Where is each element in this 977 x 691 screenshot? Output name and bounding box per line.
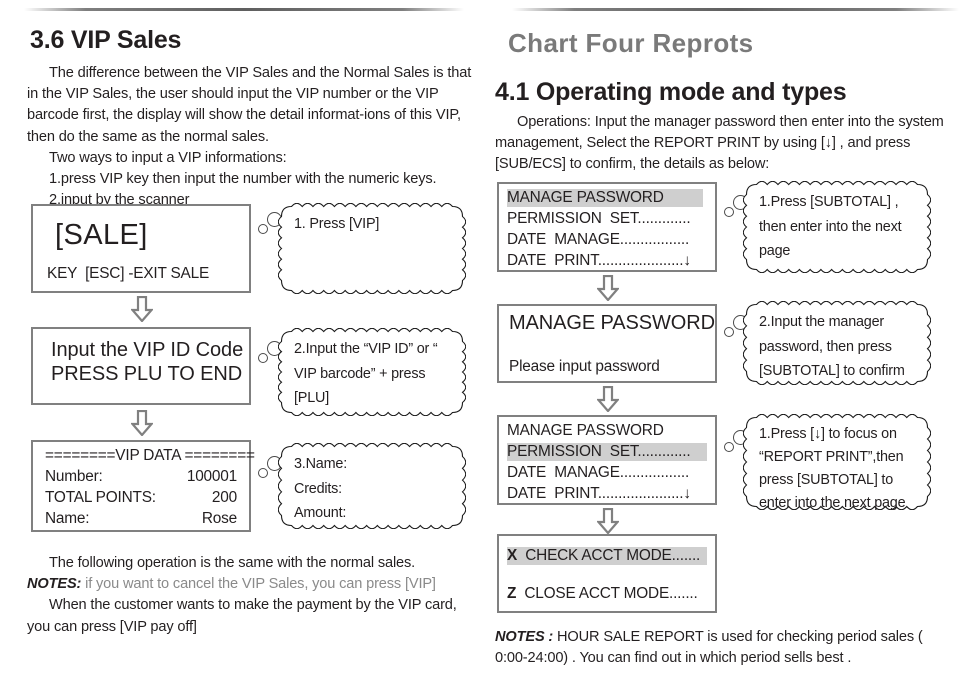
reports-footer-notes: NOTES : HOUR SALE REPORT is used for che…: [495, 627, 935, 669]
vip-data-number-value: 100001: [186, 468, 237, 485]
acct-mode-row-x[interactable]: X CHECK ACCT MODE.......: [507, 547, 707, 565]
flow-arrow-4: [597, 386, 619, 412]
callout-4: 1.Press [SUBTOTAL] , then enter into the…: [743, 181, 931, 273]
down-arrow-icon: [131, 410, 153, 436]
footer-notes-text: if you want to cancel the VIP Sales, you…: [81, 576, 436, 593]
connector-dot-small-3: [258, 468, 268, 478]
connector-dot-small-4: [724, 207, 734, 217]
vip-data-points-label: TOTAL POINTS:: [45, 489, 156, 506]
acct-mode-text-z: CLOSE ACCT MODE.......: [524, 585, 698, 602]
vip-data-points-value: 200: [211, 489, 237, 506]
menu-screen-1: MANAGE PASSWORD PERMISSION SET..........…: [497, 182, 717, 272]
down-arrow-icon: [597, 508, 619, 534]
menu-screen-1-row-0[interactable]: MANAGE PASSWORD: [507, 189, 703, 207]
page-title-operating-mode: 4.1 Operating mode and types: [495, 78, 847, 106]
input-vip-screen-line-1: Input the VIP ID Code: [51, 339, 244, 361]
operating-mode-intro: Operations: Input the manager password t…: [495, 114, 944, 173]
connector-dot-small-6: [724, 442, 734, 452]
acct-mode-text-x: CHECK ACCT MODE.......: [525, 547, 701, 564]
callout-4-text: 1.Press [SUBTOTAL] , then enter into the…: [759, 194, 902, 259]
callout-6: 1.Press [↓] to focus on “REPORT PRINT”,t…: [743, 414, 931, 511]
menu-screen-1-row-1[interactable]: PERMISSION SET.............: [507, 210, 691, 228]
reports-footer-paragraph: NOTES : HOUR SALE REPORT is used for che…: [495, 627, 935, 669]
left-column: 3.6 VIP Sales The difference between the…: [0, 0, 490, 691]
menu-screen-2-row-3[interactable]: DATE PRINT.....................↓: [507, 485, 691, 503]
vip-sales-footer: The following operation is the same with…: [27, 553, 477, 638]
sale-screen-line-2: KEY [ESC] -EXIT SALE: [47, 265, 210, 282]
menu-screen-1-row-2[interactable]: DATE MANAGE.................: [507, 231, 689, 249]
document-page: 3.6 VIP Sales The difference between the…: [0, 0, 977, 691]
manage-password-prompt: Please input password: [509, 358, 660, 375]
menu-screen-2-row-1[interactable]: PERMISSION SET.............: [507, 443, 707, 461]
acct-mode-screen: X CHECK ACCT MODE....... Z CLOSE ACCT MO…: [497, 534, 717, 613]
footer-notes-line: NOTES: if you want to cancel the VIP Sal…: [27, 574, 477, 595]
vip-data-number-label: Number:: [45, 468, 103, 485]
menu-screen-2-row-2[interactable]: DATE MANAGE.................: [507, 464, 689, 482]
down-arrow-icon: [131, 296, 153, 322]
intro-paragraph-2: Two ways to input a VIP informations:: [49, 149, 287, 166]
reports-notes-lead: NOTES :: [495, 629, 554, 645]
vip-data-header: ========VIP DATA ========: [45, 447, 255, 464]
page-title-vip-sales: 3.6 VIP Sales: [30, 26, 182, 54]
intro-paragraph-1: The difference between the VIP Sales and…: [27, 65, 472, 145]
top-rule-right: [512, 8, 959, 11]
right-column: Chart Four Reprots 4.1 Operating mode an…: [490, 0, 977, 691]
callout-6-text: 1.Press [↓] to focus on “REPORT PRINT”,t…: [759, 426, 906, 511]
manage-password-screen: MANAGE PASSWORD Please input password: [497, 304, 717, 383]
flow-arrow-3: [597, 275, 619, 301]
callout-2-text: 2.Input the “VIP ID” or “ VIP barcode” +…: [294, 341, 438, 406]
acct-mode-row-z[interactable]: Z CLOSE ACCT MODE.......: [507, 585, 698, 603]
acct-mode-key-x: X: [507, 547, 518, 564]
callout-2: 2.Input the “VIP ID” or “ VIP barcode” +…: [278, 328, 466, 416]
menu-screen-2: MANAGE PASSWORD PERMISSION SET..........…: [497, 415, 717, 505]
callout-1: 1. Press [VIP]: [278, 203, 466, 294]
footer-line-1: The following operation is the same with…: [49, 555, 416, 571]
vip-data-name-label: Name:: [45, 510, 90, 527]
flow-arrow-5: [597, 508, 619, 534]
vip-data-screen: ========VIP DATA ======== Number: 100001…: [31, 440, 255, 532]
callout-3: 3.Name: Credits: Amount:: [278, 443, 466, 529]
input-vip-id-screen: Input the VIP ID Code PRESS PLU TO END: [31, 327, 251, 405]
chapter-title-chart-four: Chart Four Reprots: [508, 28, 754, 58]
down-arrow-icon: [597, 386, 619, 412]
flow-arrow-1: [131, 296, 153, 322]
sale-screen-line-1: [SALE]: [55, 219, 148, 251]
manage-password-title: MANAGE PASSWORD: [509, 312, 715, 334]
callout-5-text: 2.Input the manager password, then press…: [759, 314, 905, 379]
intro-paragraph-3: 1.press VIP key then input the number wi…: [49, 171, 437, 188]
footer-notes-lead: NOTES:: [27, 576, 82, 593]
footer-line-3: When the customer wants to make the paym…: [27, 597, 457, 635]
menu-screen-2-row-0[interactable]: MANAGE PASSWORD: [507, 422, 664, 440]
callout-1-text: 1. Press [VIP]: [294, 216, 380, 232]
vip-sales-intro: The difference between the VIP Sales and…: [27, 63, 472, 211]
acct-mode-label-x: [517, 547, 525, 564]
acct-mode-key-z: Z: [507, 585, 517, 602]
reports-notes-text: HOUR SALE REPORT is used for checking pe…: [495, 629, 923, 667]
top-rule-left: [24, 8, 464, 11]
menu-screen-1-row-3[interactable]: DATE PRINT.....................↓: [507, 252, 691, 270]
callout-5: 2.Input the manager password, then press…: [743, 301, 931, 385]
connector-dot-small-5: [724, 327, 734, 337]
connector-dot-small-1: [258, 224, 268, 234]
connector-dot-small-2: [258, 353, 268, 363]
input-vip-screen-line-2: PRESS PLU TO END: [51, 363, 243, 385]
vip-data-name-value: Rose: [201, 510, 237, 527]
callout-3-text: 3.Name: Credits: Amount:: [294, 456, 347, 521]
sale-screen: [SALE] KEY [ESC] -EXIT SALE: [31, 204, 251, 293]
flow-arrow-2: [131, 410, 153, 436]
down-arrow-icon: [597, 275, 619, 301]
